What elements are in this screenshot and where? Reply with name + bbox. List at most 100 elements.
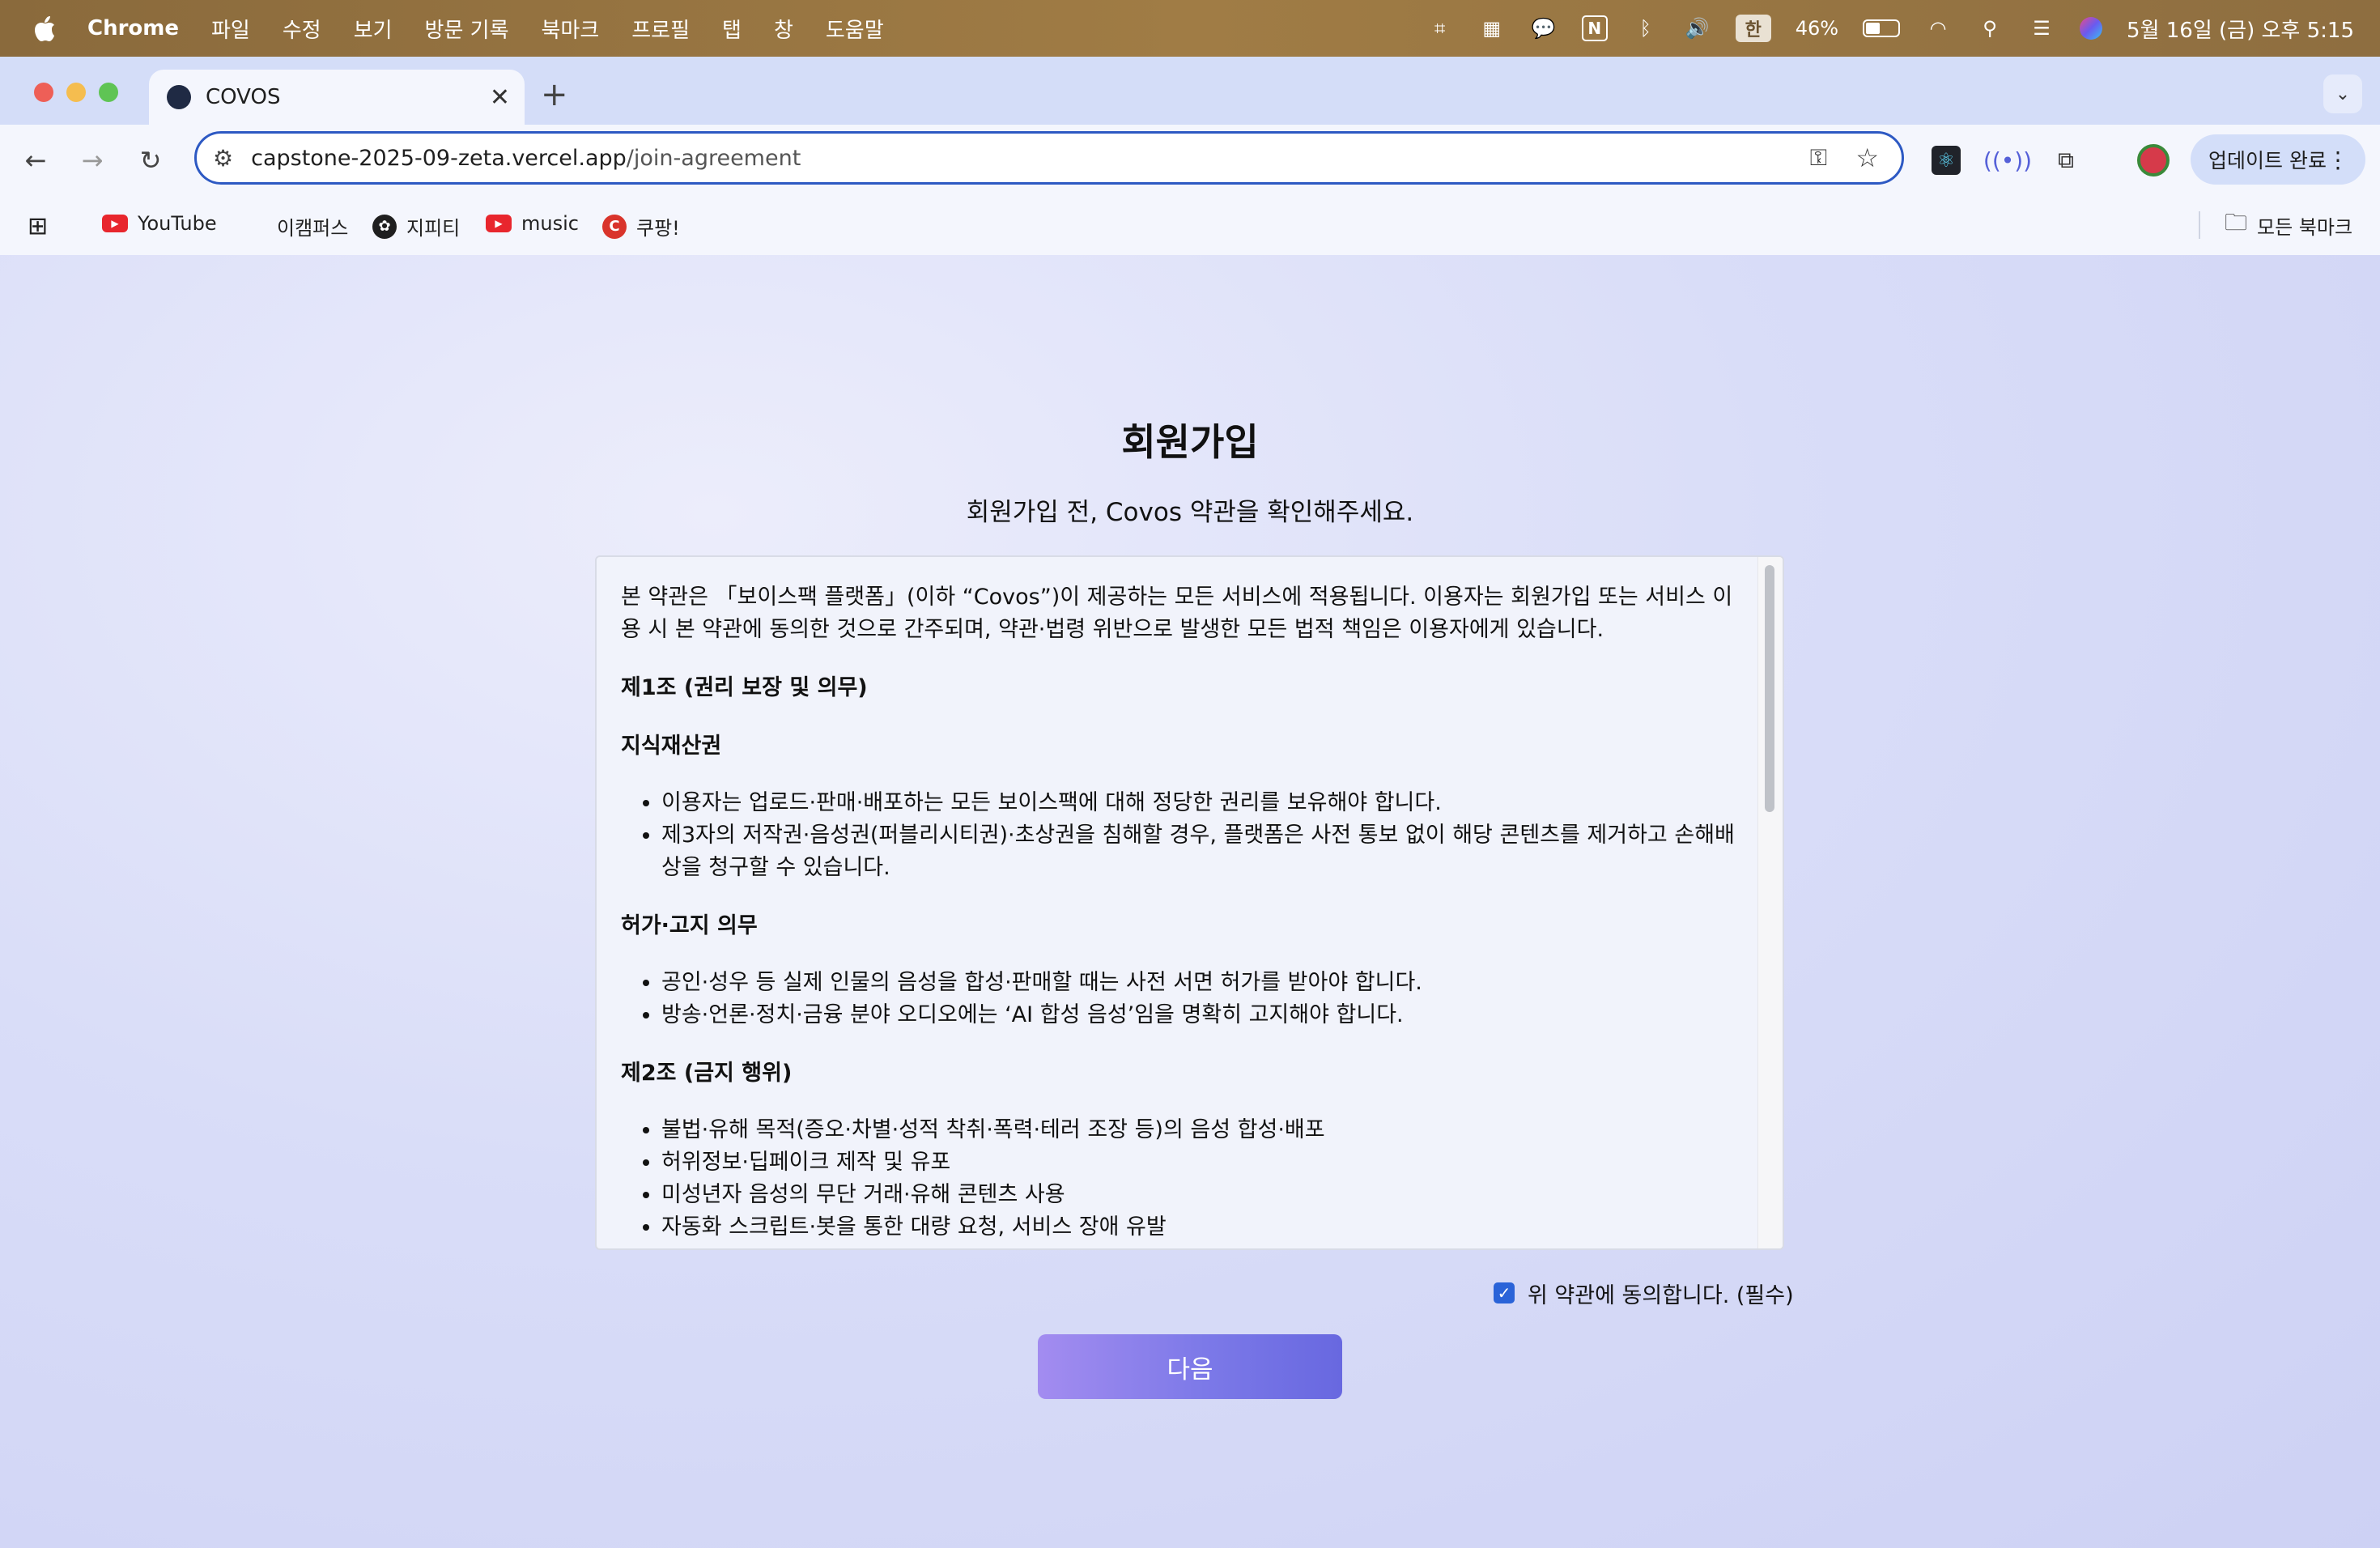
chatgpt-icon: ✿ <box>372 214 397 239</box>
list-item: 미성년자 음성의 무단 거래·유해 콘텐츠 사용 <box>661 1179 1738 1211</box>
battery-icon[interactable] <box>1863 19 1901 37</box>
apple-icon[interactable] <box>32 15 57 42</box>
tab-close-icon[interactable]: ✕ <box>490 83 510 112</box>
address-bar[interactable]: ⚙ capstone-2025-09-zeta.vercel.app/join-… <box>194 131 1904 185</box>
terms-intro: 본 약관은 「보이스팩 플랫폼」(이하 “Covos”)이 제공하는 모든 서비… <box>621 585 1733 642</box>
reload-icon[interactable]: ↻ <box>130 139 172 181</box>
control-center-icon[interactable]: ☰ <box>2028 16 2055 40</box>
siri-icon[interactable] <box>2080 17 2103 40</box>
window-minimize-button[interactable] <box>66 83 86 102</box>
url-path: /join-agreement <box>626 145 801 171</box>
list-item: 제3자의 저작권·음성권(퍼블리시티권)·초상권을 침해할 경우, 플랫폼은 사… <box>661 819 1738 884</box>
bookmark-star-icon[interactable]: ☆ <box>1855 142 1879 173</box>
all-bookmarks[interactable]: 🗀 모든 북마크 <box>2199 209 2353 239</box>
page-title: 회원가입 <box>1121 420 1259 464</box>
youtube-icon: ▶ <box>102 215 128 232</box>
update-button-label: 업데이트 완료 <box>2208 149 2327 172</box>
extensions-puzzle-icon[interactable]: ⧉ <box>2048 142 2084 178</box>
menu-view[interactable]: 보기 <box>354 14 393 44</box>
bookmark-youtube[interactable]: ▶ YouTube <box>102 212 217 235</box>
terms-scrollbar[interactable] <box>1757 557 1783 1248</box>
menu-help[interactable]: 도움말 <box>826 14 884 44</box>
ip-title: 지식재산권 <box>621 734 722 759</box>
bluetooth-icon[interactable]: ᛒ <box>1632 16 1660 40</box>
menu-history[interactable]: 방문 기록 <box>425 14 509 44</box>
agree-checkbox-row[interactable]: ✓ 위 약관에 동의합니다. (필수) <box>1494 1277 1794 1309</box>
update-button[interactable]: 업데이트 완료 ⋮ <box>2191 134 2365 185</box>
bookmark-gpt[interactable]: ✿ 지피티 <box>372 212 460 240</box>
list-item: 이용자는 업로드·판매·배포하는 모든 보이스팩에 대해 정당한 권리를 보유해… <box>661 787 1738 819</box>
bookmark-music-label: music <box>521 212 579 235</box>
menu-edit[interactable]: 수정 <box>283 14 321 44</box>
wifi-icon[interactable]: ◠ <box>1924 16 1952 40</box>
browser-tab-active[interactable]: COVOS ✕ <box>149 70 525 125</box>
list-item: 자동화 스크립트·봇을 통한 대량 요청, 서비스 장애 유발 <box>661 1211 1738 1244</box>
more-menu-icon[interactable]: ⋮ <box>2327 147 2349 173</box>
profile-avatar[interactable] <box>2137 144 2170 176</box>
bookmark-coupang[interactable]: C 쿠팡! <box>602 212 680 240</box>
page-viewport: 회원가입 회원가입 전, Covos 약관을 확인해주세요. 본 약관은 「보이… <box>0 255 2380 1548</box>
input-method-indicator[interactable]: 한 <box>1735 15 1771 42</box>
list-item: 방송·언론·정치·금융 분야 오디오에는 ‘AI 합성 음성’임을 명확히 고지… <box>661 999 1738 1031</box>
bookmark-coupang-label: 쿠팡! <box>636 217 680 240</box>
bookmark-ecampus-label: 이캠퍼스 <box>277 217 349 240</box>
broadcast-extension-icon[interactable]: ((•)) <box>1983 142 2032 178</box>
menubar-clock[interactable]: 5월 16일 (금) 오후 5:15 <box>2127 14 2354 44</box>
article1-title: 제1조 (권리 보장 및 의무) <box>621 675 868 700</box>
tab-search-chevron-icon[interactable]: ⌄ <box>2323 74 2362 113</box>
bookmark-youtube-label: YouTube <box>138 212 217 235</box>
tab-favicon-icon <box>167 85 191 109</box>
chat-icon[interactable]: 💬 <box>1530 16 1558 40</box>
macos-menu-bar: Chrome 파일 수정 보기 방문 기록 북마크 프로필 탭 창 도움말 ⌗ … <box>0 0 2380 57</box>
bookmark-music[interactable]: ▶ music <box>486 212 579 235</box>
list-item: 불법·유해 목적(증오·차별·성적 착취·폭력·테러 조장 등)의 음성 합성·… <box>661 1114 1738 1146</box>
spotlight-search-icon[interactable]: ⚲ <box>1976 16 2004 40</box>
new-tab-plus-icon[interactable]: + <box>541 76 568 113</box>
bookmark-gpt-label: 지피티 <box>406 217 461 240</box>
tab-strip: COVOS ✕ + ⌄ <box>0 57 2380 125</box>
address-url[interactable]: capstone-2025-09-zeta.vercel.app/join-ag… <box>251 146 801 171</box>
browser-chrome: COVOS ✕ + ⌄ ← → ↻ ⚙ capstone-2025-09-zet… <box>0 57 2380 256</box>
notion-icon[interactable]: N <box>1581 15 1608 41</box>
terms-scroll-box[interactable]: 본 약관은 「보이스팩 플랫폼」(이하 “Covos”)이 제공하는 모든 서비… <box>595 555 1784 1250</box>
menu-window[interactable]: 창 <box>774 14 793 44</box>
volume-icon[interactable]: 🔊 <box>1684 16 1711 40</box>
agree-checkbox[interactable]: ✓ <box>1494 1282 1515 1303</box>
back-arrow-icon[interactable]: ← <box>15 139 57 181</box>
terms-content: 본 약관은 「보이스팩 플랫폼」(이하 “Covos”)이 제공하는 모든 서비… <box>621 557 1738 1244</box>
bookmark-ecampus[interactable]: 이캠퍼스 <box>277 212 348 240</box>
figma-icon[interactable]: ⌗ <box>1426 16 1454 40</box>
password-key-icon[interactable]: ⚿ <box>1810 144 1827 172</box>
window-close-button[interactable] <box>34 83 53 102</box>
browser-toolbar: ← → ↻ ⚙ capstone-2025-09-zeta.vercel.app… <box>0 125 2380 196</box>
url-host: capstone-2025-09-zeta.vercel.app <box>251 145 627 171</box>
menu-file[interactable]: 파일 <box>211 14 250 44</box>
page-subtitle: 회원가입 전, Covos 약관을 확인해주세요. <box>966 498 1414 527</box>
apps-grid-icon[interactable]: ⊞ <box>28 212 48 240</box>
keyboard-icon[interactable]: ▦ <box>1478 16 1506 40</box>
menu-profiles[interactable]: 프로필 <box>631 14 690 44</box>
youtube-music-icon: ▶ <box>486 215 512 232</box>
list-item: 공인·성우 등 실제 인물의 음성을 합성·판매할 때는 사전 서면 허가를 받… <box>661 967 1738 999</box>
permission-list: 공인·성우 등 실제 인물의 음성을 합성·판매할 때는 사전 서면 허가를 받… <box>621 967 1738 1031</box>
bookmarks-bar: ⊞ ▶ YouTube 이캠퍼스 ✿ 지피티 ▶ music C 쿠팡! 🗀 모든 북마크 <box>0 196 2380 256</box>
forward-arrow-icon[interactable]: → <box>71 139 113 181</box>
battery-percent: 46% <box>1795 17 1839 40</box>
folder-icon: 🗀 <box>2225 209 2248 236</box>
react-devtools-extension-icon[interactable]: ⚛ <box>1932 146 1961 175</box>
terms-scrollbar-thumb[interactable] <box>1765 565 1774 812</box>
tab-title: COVOS <box>206 85 281 109</box>
agree-label[interactable]: 위 약관에 동의합니다. (필수) <box>1528 1278 1794 1309</box>
coupang-icon: C <box>602 214 627 239</box>
ip-list: 이용자는 업로드·판매·배포하는 모든 보이스팩에 대해 정당한 권리를 보유해… <box>621 787 1738 884</box>
next-button[interactable]: 다음 <box>1038 1334 1342 1399</box>
window-zoom-button[interactable] <box>99 83 118 102</box>
article2-title: 제2조 (금지 행위) <box>621 1061 793 1086</box>
menu-bookmarks[interactable]: 북마크 <box>542 14 600 44</box>
permission-title: 허가·고지 의무 <box>621 913 758 938</box>
list-item: 허위정보·딥페이크 제작 및 유포 <box>661 1146 1738 1179</box>
menu-tab[interactable]: 탭 <box>722 14 742 44</box>
all-bookmarks-label: 모든 북마크 <box>2257 215 2353 239</box>
site-settings-icon[interactable]: ⚙ <box>213 145 233 172</box>
app-name-menu[interactable]: Chrome <box>87 16 179 40</box>
